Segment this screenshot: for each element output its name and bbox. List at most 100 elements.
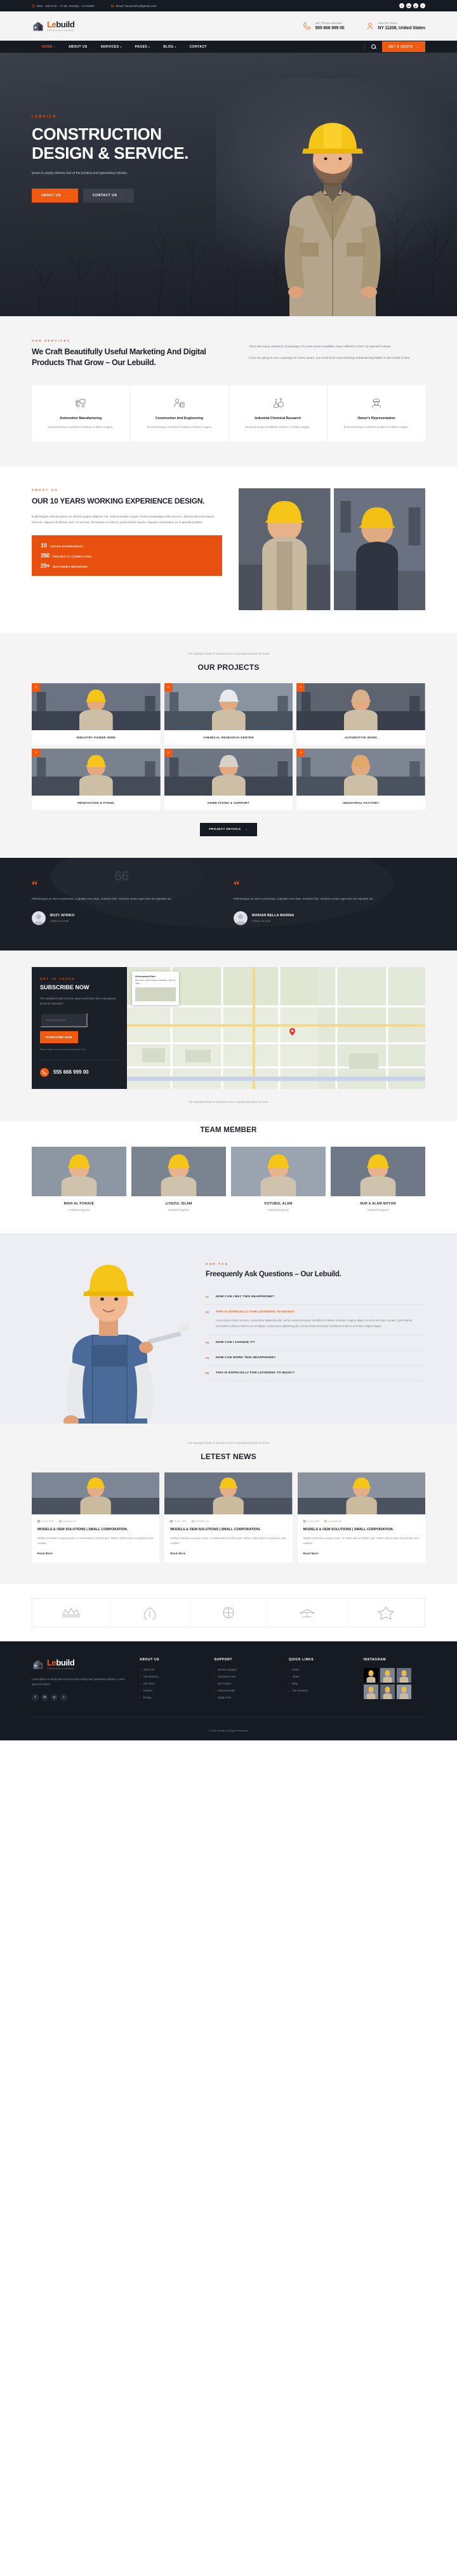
hero-about-button[interactable]: ABOUT US → — [32, 189, 78, 203]
chevron-down-icon: ▾ — [149, 45, 150, 48]
plus-icon — [34, 686, 37, 689]
twitter-icon[interactable]: t — [420, 3, 425, 8]
nav-item-contact[interactable]: CONTACT — [190, 45, 207, 49]
faq-question[interactable]: HOW CAN I CHANGE IT? — [216, 1341, 425, 1344]
instagram-thumb[interactable] — [396, 1684, 411, 1699]
faq-item[interactable]: 03 HOW CAN I CHANGE IT? — [206, 1335, 425, 1351]
facebook-icon[interactable]: f — [399, 3, 404, 8]
project-card[interactable]: RENOVATION & FIXING — [32, 748, 161, 810]
nav-item-about-us[interactable]: ABOUT US — [69, 45, 88, 49]
footer-social-links[interactable]: f in p t — [32, 1694, 127, 1702]
news-read-more-link[interactable]: Read More — [37, 1552, 154, 1555]
brand-crown-logo[interactable] — [32, 1598, 111, 1627]
footer-link[interactable]: Our Team — [140, 1682, 202, 1685]
nav-item-pages[interactable]: PAGES ▾ — [135, 45, 150, 49]
service-card-1[interactable]: Automotive Manufacturing Eiusmod tempor … — [32, 385, 131, 441]
map-info-card[interactable]: Greenwood Park New York, United States o… — [132, 971, 179, 1006]
project-badge-icon[interactable] — [296, 748, 305, 757]
news-title[interactable]: MODELS & OEM SOLUTIONS | SMALL CORPORATI… — [303, 1527, 420, 1533]
subscribe-phone[interactable]: 555 666 999 00 — [40, 1059, 119, 1077]
footer-link[interactable]: About Us — [140, 1668, 202, 1671]
nav-item-services[interactable]: SERVICES ▾ — [101, 45, 122, 49]
news-card[interactable]: 22 Jul, 2022 Comment (3) MODELS & OEM SO… — [297, 1472, 425, 1563]
faq-question[interactable]: THIS IS ESPECIALLY FOR LISTENING TO MUSI… — [216, 1371, 425, 1375]
linkedin-icon[interactable]: in — [406, 3, 411, 8]
instagram-thumb[interactable] — [380, 1684, 395, 1699]
team-member-card[interactable]: KUTUBUL ALAM Assistant Engineer — [231, 1146, 326, 1211]
brand-wings-logo[interactable] — [268, 1598, 347, 1627]
brand-vintage-logo[interactable] — [190, 1598, 268, 1627]
instagram-thumb[interactable] — [396, 1667, 411, 1683]
news-read-more-link[interactable]: Read More — [170, 1552, 286, 1555]
team-member-card[interactable]: LIYAZUL ISLAM Assistant Engineer — [131, 1146, 226, 1211]
faq-item[interactable]: 01 HOW CAN I BUY THIS HEADPHONE? — [206, 1290, 425, 1305]
instagram-thumb[interactable] — [380, 1667, 395, 1683]
footer-link[interactable]: Pricing — [140, 1696, 202, 1699]
faq-item[interactable]: 02 THIS IS ESPECIALLY FOR LISTENING TO M… — [206, 1305, 425, 1336]
linkedin-icon[interactable]: in — [41, 1694, 48, 1702]
service-card-3[interactable]: Industrial Chemical Research Eiusmod tem… — [229, 385, 328, 441]
footer-link[interactable]: Contact — [140, 1689, 202, 1692]
news-title[interactable]: MODELS & OEM SOLUTIONS | SMALL CORPORATI… — [37, 1527, 154, 1533]
subscribe-button[interactable]: SUBSCRIBE NOW — [40, 1031, 78, 1043]
pinterest-icon[interactable]: p — [51, 1694, 58, 1702]
project-card[interactable]: CHEMICAL RESEARCH CENTER — [164, 683, 293, 745]
footer-link[interactable]: Project Details — [215, 1689, 277, 1692]
facebook-icon[interactable]: f — [32, 1694, 39, 1702]
instagram-grid[interactable] — [363, 1667, 412, 1699]
get-quote-button[interactable]: GET A QUOTE → — [382, 41, 425, 52]
header-phone-info[interactable]: 24/7 Phone Services 555 666 999 00 — [303, 22, 345, 30]
site-logo[interactable]: Lebuild Construction Industry — [32, 20, 75, 32]
footer-link[interactable]: Our Project — [215, 1682, 277, 1685]
footer-link[interactable]: Customer Care — [215, 1675, 277, 1678]
project-badge-icon[interactable] — [32, 683, 40, 691]
footer-link[interactable]: Our Services — [140, 1675, 202, 1678]
project-badge-icon[interactable] — [32, 748, 40, 757]
news-title[interactable]: MODELS & OEM SOLUTIONS | SMALL CORPORATI… — [170, 1527, 286, 1533]
project-badge-icon[interactable] — [296, 683, 305, 691]
footer-link[interactable]: Blog — [289, 1682, 351, 1685]
project-card[interactable]: INDUSTRIAL FACTORY — [296, 748, 425, 810]
faq-item[interactable]: 04 HOW CAN WORK THIS HEADPHONE? — [206, 1351, 425, 1366]
footer-link[interactable]: Service Support — [215, 1668, 277, 1671]
nav-item-blog[interactable]: BLOG ▾ — [163, 45, 176, 49]
nav-item-home[interactable]: HOME ▾ — [42, 45, 55, 49]
project-badge-icon[interactable] — [164, 748, 173, 757]
footer-link[interactable]: About — [289, 1675, 351, 1678]
faq-item[interactable]: 05 THIS IS ESPECIALLY FOR LISTENING TO M… — [206, 1366, 425, 1382]
footer-link[interactable]: Home — [289, 1668, 351, 1671]
news-card[interactable]: 22 Jul, 2022 Comment (3) MODELS & OEM SO… — [164, 1472, 293, 1563]
brand-badge-logo[interactable] — [347, 1599, 425, 1627]
brand-leaf-logo[interactable] — [111, 1598, 190, 1627]
pinterest-icon[interactable]: p — [413, 3, 418, 8]
email-contact[interactable]: Email: bioxin0011@gmail.com — [110, 4, 157, 8]
project-badge-icon[interactable] — [164, 683, 173, 691]
team-member-card[interactable]: NUR A ALAM NOYON Assistant Engineer — [331, 1146, 425, 1211]
search-icon[interactable] — [371, 44, 376, 49]
footer-link[interactable]: Our Services — [289, 1689, 351, 1692]
instagram-thumb[interactable] — [363, 1667, 378, 1683]
project-card[interactable]: INDUSTRY POWER WIRE — [32, 683, 161, 745]
phone-icon — [303, 22, 311, 30]
project-card[interactable]: AUTOMOTIVE WORK — [296, 683, 425, 745]
news-read-more-link[interactable]: Read More — [303, 1552, 420, 1555]
service-card-2[interactable]: Construction And Engineering Eiusmod tem… — [130, 385, 229, 441]
faq-question[interactable]: HOW CAN WORK THIS HEADPHONE? — [216, 1356, 425, 1359]
footer-link[interactable]: Single Post — [215, 1696, 277, 1699]
map-marker-icon[interactable] — [289, 1027, 295, 1036]
service-card-4[interactable]: Owner's Representation Eiusmod tempor in… — [328, 385, 425, 441]
footer-logo[interactable]: Lebuild Construction Industry — [32, 1658, 127, 1671]
header-location-info[interactable]: Visit Our Place NY 11209, United States — [366, 22, 425, 30]
project-card[interactable]: HOME FIXING & SUPPORT — [164, 748, 293, 810]
subscribe-email-input[interactable] — [40, 1012, 88, 1027]
team-member-card[interactable]: MAHI AL PORAVE Assistant Engineer — [32, 1146, 126, 1211]
social-links[interactable]: f in p t — [399, 3, 425, 8]
faq-question[interactable]: THIS IS ESPECIALLY FOR LISTENING TO MUSI… — [216, 1311, 425, 1314]
hero-contact-button[interactable]: CONTACT US → — [83, 189, 135, 203]
project-details-button[interactable]: PROJECT DETAILS → — [200, 822, 257, 836]
faq-question[interactable]: HOW CAN I BUY THIS HEADPHONE? — [216, 1295, 425, 1298]
instagram-thumb[interactable] — [363, 1684, 378, 1699]
news-card[interactable]: 22 Jul, 2022 Comment (3) MODELS & OEM SO… — [32, 1472, 160, 1563]
twitter-icon[interactable]: t — [60, 1694, 67, 1702]
map-panel[interactable]: Greenwood Park New York, United States o… — [127, 966, 425, 1089]
